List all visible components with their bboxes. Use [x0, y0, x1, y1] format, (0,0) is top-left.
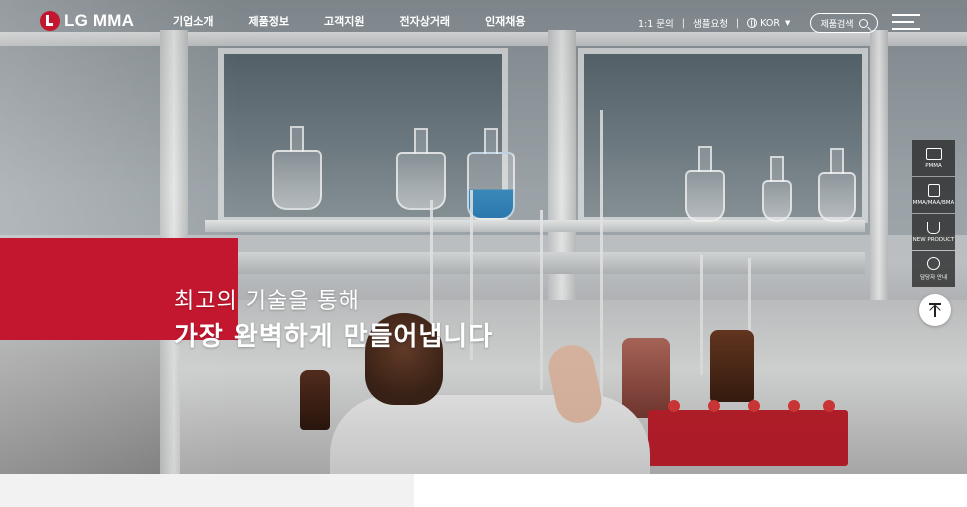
- utility-menu: 1:1 문의 | 샘플요청 | KOR ▼: [638, 16, 790, 31]
- quick-menu-new-product[interactable]: NEW PRODUCT: [912, 214, 955, 250]
- menu-toggle-button[interactable]: [892, 14, 920, 32]
- next-section-panel: [0, 474, 414, 507]
- globe-icon: [747, 18, 758, 28]
- quick-menu-mma[interactable]: MMA/MAA/BMA: [912, 177, 955, 213]
- nav-item-products[interactable]: 제품정보: [248, 13, 288, 29]
- product-search-label: 제품검색: [820, 18, 854, 29]
- search-icon: [858, 18, 868, 28]
- caret-down-icon: ▼: [784, 19, 791, 27]
- logo-link[interactable]: LG MMA: [40, 11, 134, 31]
- inquiry-link[interactable]: 1:1 문의: [638, 16, 674, 30]
- quick-menu-contact[interactable]: 담당자 안내: [912, 251, 955, 287]
- hero-headline: 최고의 기술을 통해 가장 완벽하게 만들어냅니다: [174, 287, 493, 355]
- nav-item-support[interactable]: 고객지원: [324, 13, 364, 29]
- contact-icon: [927, 257, 940, 270]
- nav-item-company[interactable]: 기업소개: [173, 13, 213, 29]
- language-selector[interactable]: KOR ▼: [747, 18, 790, 29]
- next-section-strip: [0, 474, 967, 507]
- quick-menu-label: MMA/MAA/BMA: [912, 200, 955, 206]
- quick-menu-label: 담당자 안내: [919, 275, 948, 281]
- hamburger-icon: [892, 14, 920, 16]
- lg-logo-icon: [40, 11, 60, 31]
- hero-headline-line1: 최고의 기술을 통해: [174, 289, 360, 314]
- quick-menu-pmma[interactable]: PMMA: [912, 140, 955, 176]
- sample-request-link[interactable]: 샘플요청: [693, 16, 728, 30]
- quick-menu-label: PMMA: [925, 162, 942, 169]
- quick-menu-label: NEW PRODUCT: [912, 236, 955, 243]
- quick-menu: PMMA MMA/MAA/BMA NEW PRODUCT 담당자 안내: [912, 140, 955, 288]
- language-label: KOR: [760, 17, 780, 29]
- book-icon: [925, 147, 942, 160]
- nav-item-careers[interactable]: 인재채용: [485, 13, 525, 29]
- site-header: LG MMA 기업소개 제품정보 고객지원 전자상거래 인재채용 1:1 문의 …: [0, 0, 967, 44]
- hero-visual: [0, 0, 967, 474]
- scroll-top-button[interactable]: [919, 294, 951, 326]
- logo-text: LG MMA: [64, 11, 135, 30]
- hero-headline-line2: 가장 완벽하게 만들어냅니다: [174, 322, 494, 352]
- divider: |: [681, 17, 685, 29]
- nav-item-ecommerce[interactable]: 전자상거래: [399, 13, 450, 29]
- document-icon: [927, 184, 940, 197]
- divider: |: [735, 17, 740, 29]
- main-nav: 기업소개 제품정보 고객지원 전자상거래 인재채용: [173, 13, 561, 29]
- hero-overlay: [0, 0, 967, 474]
- beaker-icon: [927, 221, 940, 234]
- arrow-up-icon: [929, 303, 941, 317]
- product-search-button[interactable]: 제품검색: [810, 13, 878, 33]
